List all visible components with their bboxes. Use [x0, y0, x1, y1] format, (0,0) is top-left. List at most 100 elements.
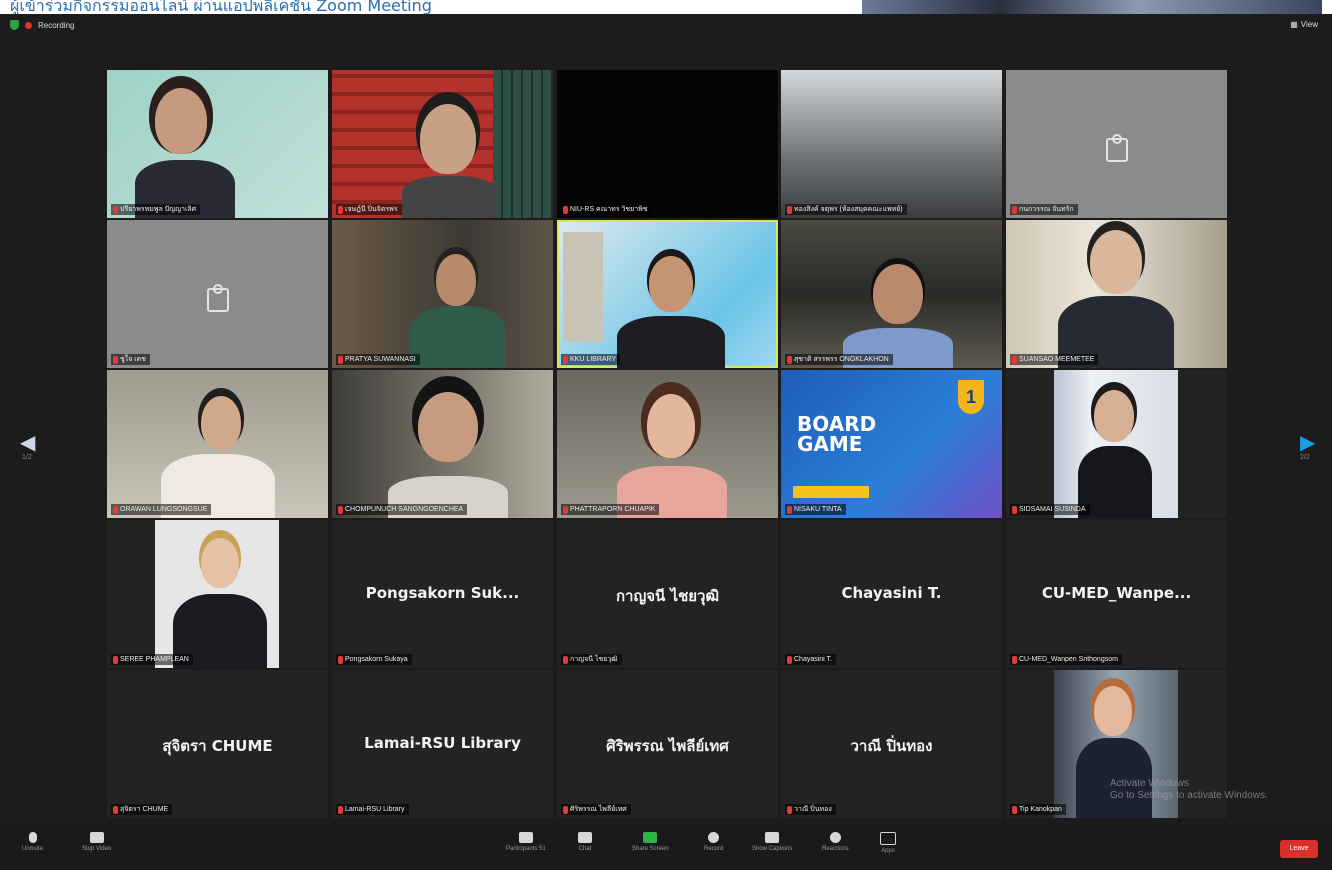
participant-tile[interactable]: ปรียาพรหมพูล ปัญญาเลิศ	[107, 70, 328, 218]
reactions-button[interactable]: Reactions	[822, 832, 849, 852]
participant-name-label: NISAKU TINTA	[785, 504, 846, 515]
participant-tile[interactable]: NIU-RS คณาทร วิชยาพิช	[557, 70, 778, 218]
stop-video-button[interactable]: Stop Video	[82, 832, 111, 852]
participant-tile-active-speaker[interactable]: KKU LIBRARY	[557, 220, 778, 368]
recording-label: Recording	[38, 20, 75, 30]
participant-display-name: สุจิตรา CHUME	[162, 737, 273, 755]
record-button[interactable]: Record	[704, 832, 723, 852]
participant-name-label: Pongsakorn Sukaya	[336, 654, 412, 665]
participant-name-label: Tip Kanokpan	[1010, 804, 1066, 815]
participant-display-name: Lamai-RSU Library	[364, 734, 521, 752]
participant-name-label: CHOMPUNUCH SANGNGOENCHEA	[336, 504, 468, 515]
zoom-meeting-window: Recording ▦ View ◀ 1/2 ▶ 2/2 ปรียาพรหมพู…	[0, 14, 1332, 870]
participant-display-name: ศิริพรรณ ไพลีย์เทศ	[606, 737, 729, 755]
participant-name-label: ทองสิงค์ จตุพร (ห้องสมุดคณะแพทย์)	[785, 204, 907, 215]
windows-activation-watermark: Activate Windows Go to Settings to activ…	[1110, 778, 1268, 801]
participant-tile[interactable]: ทองสิงค์ จตุพร (ห้องสมุดคณะแพทย์)	[781, 70, 1002, 218]
participant-tile[interactable]: สุจิตรา CHUME สุจิตรา CHUME	[107, 670, 328, 818]
participant-tile[interactable]: ORAWAN LUNGSONGSUE	[107, 370, 328, 518]
participant-tile[interactable]: CHOMPUNUCH SANGNGOENCHEA	[332, 370, 553, 518]
participant-tile-board-game[interactable]: BOARD GAME 1 NISAKU TINTA	[781, 370, 1002, 518]
banner-photo	[862, 0, 1322, 14]
meeting-status: Recording	[10, 20, 74, 30]
banner-text: ผู้เข้าร่วมกิจกรรมออนไลน์ ผ่านแอปพลิเคชั…	[10, 0, 432, 14]
participant-tile[interactable]: สุชาติ สรรพรร ONGKLAKHON	[781, 220, 1002, 368]
participant-tile[interactable]: CU-MED_Wanpe... CU-MED_Wanpen Srithongso…	[1006, 520, 1227, 668]
participant-name-label: ปรียาพรหมพูล ปัญญาเลิศ	[111, 204, 201, 215]
participant-name-label: สุจิตรา CHUME	[111, 804, 173, 815]
board-game-title: BOARD GAME	[797, 412, 877, 456]
participant-tile[interactable]: PHATTRAPORN CHUAPIK	[557, 370, 778, 518]
participant-name-label: SEREE PHAMPLEAN	[111, 654, 193, 665]
participants-button[interactable]: Participants 51	[506, 832, 546, 852]
participant-name-label: Chayasini T.	[785, 654, 837, 665]
unmute-button[interactable]: Unmute	[22, 832, 43, 852]
participant-tile[interactable]: PRATYA SUWANNASI	[332, 220, 553, 368]
participant-display-name: Chayasini T.	[841, 584, 942, 602]
participant-name-label: ชูใจ เดช	[111, 354, 150, 365]
reactions-icon	[829, 832, 841, 843]
participant-tile[interactable]: กนกวรรณ จันทรัก	[1006, 70, 1227, 218]
participant-name-label: SIDSAMAI SUSINDA	[1010, 504, 1090, 515]
gallery-grid: ปรียาพรหมพูล ปัญญาเลิศ เจษฎ์นี ปิ่นจิตรพ…	[107, 70, 1227, 818]
participant-tile[interactable]: ศิริพรรณ ไพลีย์เทศ ศิริพรรณ ไพลีย์เทศ	[557, 670, 778, 818]
participant-name-label: PRATYA SUWANNASI	[336, 354, 420, 365]
participant-tile[interactable]: SIDSAMAI SUSINDA	[1006, 370, 1227, 518]
participant-display-name: Pongsakorn Suk...	[365, 584, 520, 602]
participant-tile[interactable]: Chayasini T. Chayasini T.	[781, 520, 1002, 668]
participant-display-name: CU-MED_Wanpe...	[1041, 584, 1192, 602]
previous-page-number: 1/2	[22, 454, 32, 461]
top-banner: ผู้เข้าร่วมกิจกรรมออนไลน์ ผ่านแอปพลิเคชั…	[0, 0, 1332, 14]
participant-tile[interactable]: กาญจนี ไชยวุฒิ กาญจนี ไชยวุฒิ	[557, 520, 778, 668]
view-label: View	[1300, 20, 1318, 29]
record-icon	[708, 832, 720, 843]
participant-name-label: ศิริพรรณ ไพลีย์เทศ	[561, 804, 631, 815]
view-button[interactable]: ▦ View	[1290, 20, 1318, 29]
no-video-placeholder-icon	[206, 283, 229, 312]
grid-view-icon: ▦	[1290, 20, 1298, 29]
participant-name-label: วาณี ปิ่นทอง	[785, 804, 836, 815]
participant-tile[interactable]: วาณี ปิ่นทอง วาณี ปิ่นทอง	[781, 670, 1002, 818]
share-screen-button[interactable]: Share Screen	[632, 832, 669, 852]
no-video-placeholder-icon	[1105, 133, 1128, 162]
participants-icon	[518, 832, 533, 843]
participant-name-label: PHATTRAPORN CHUAPIK	[561, 504, 660, 515]
participant-name-label: NIU-RS คณาทร วิชยาพิช	[561, 204, 652, 215]
participant-name-label: กาญจนี ไชยวุฒิ	[561, 654, 622, 665]
participant-tile[interactable]: SEREE PHAMPLEAN	[107, 520, 328, 668]
next-page-arrow-icon[interactable]: ▶	[1300, 430, 1315, 455]
participant-name-label: SUANSAO MEEMETEE	[1010, 354, 1099, 365]
participant-tile[interactable]: Pongsakorn Suk... Pongsakorn Sukaya	[332, 520, 553, 668]
participant-tile[interactable]: เจษฎ์นี ปิ่นจิตรพร	[332, 70, 553, 218]
chat-icon	[578, 832, 592, 843]
next-page-number: 2/2	[1300, 454, 1310, 461]
video-camera-icon	[89, 832, 104, 843]
apps-button[interactable]: Apps	[880, 832, 896, 854]
participant-tile[interactable]: Lamai-RSU Library Lamai-RSU Library	[332, 670, 553, 818]
participant-name-label: กนกวรรณ จันทรัก	[1010, 204, 1078, 215]
chat-button[interactable]: Chat	[578, 832, 592, 852]
previous-page-arrow-icon[interactable]: ◀	[20, 430, 35, 455]
participant-tile[interactable]: ชูใจ เดช	[107, 220, 328, 368]
badge-number: 1	[958, 380, 984, 414]
security-shield-icon[interactable]	[10, 20, 19, 30]
leave-button[interactable]: Leave	[1280, 840, 1318, 858]
apps-icon	[880, 832, 896, 845]
participant-name-label: เจษฎ์นี ปิ่นจิตรพร	[336, 204, 402, 215]
participant-tile[interactable]: SUANSAO MEEMETEE	[1006, 220, 1227, 368]
share-screen-icon	[643, 832, 658, 843]
meeting-toolbar: Unmute Stop Video Participants 51 Chat S…	[0, 824, 1332, 870]
participant-name-label: KKU LIBRARY	[561, 354, 621, 365]
captions-icon	[765, 832, 780, 843]
participant-name-label: สุชาติ สรรพรร ONGKLAKHON	[785, 354, 893, 365]
show-captions-button[interactable]: Show Captions	[752, 832, 792, 852]
participant-name-label: Lamai-RSU Library	[336, 804, 409, 815]
muted-microphone-icon	[28, 832, 37, 843]
participant-display-name: กาญจนี ไชยวุฒิ	[615, 587, 720, 605]
participant-display-name: วาณี ปิ่นทอง	[850, 737, 933, 755]
participants-count: 51	[539, 846, 546, 852]
participant-name-label: CU-MED_Wanpen Srithongsom	[1010, 654, 1122, 665]
muted-mic-icon	[113, 205, 118, 214]
recording-dot-icon	[25, 21, 32, 29]
participant-name-label: ORAWAN LUNGSONGSUE	[111, 504, 212, 515]
